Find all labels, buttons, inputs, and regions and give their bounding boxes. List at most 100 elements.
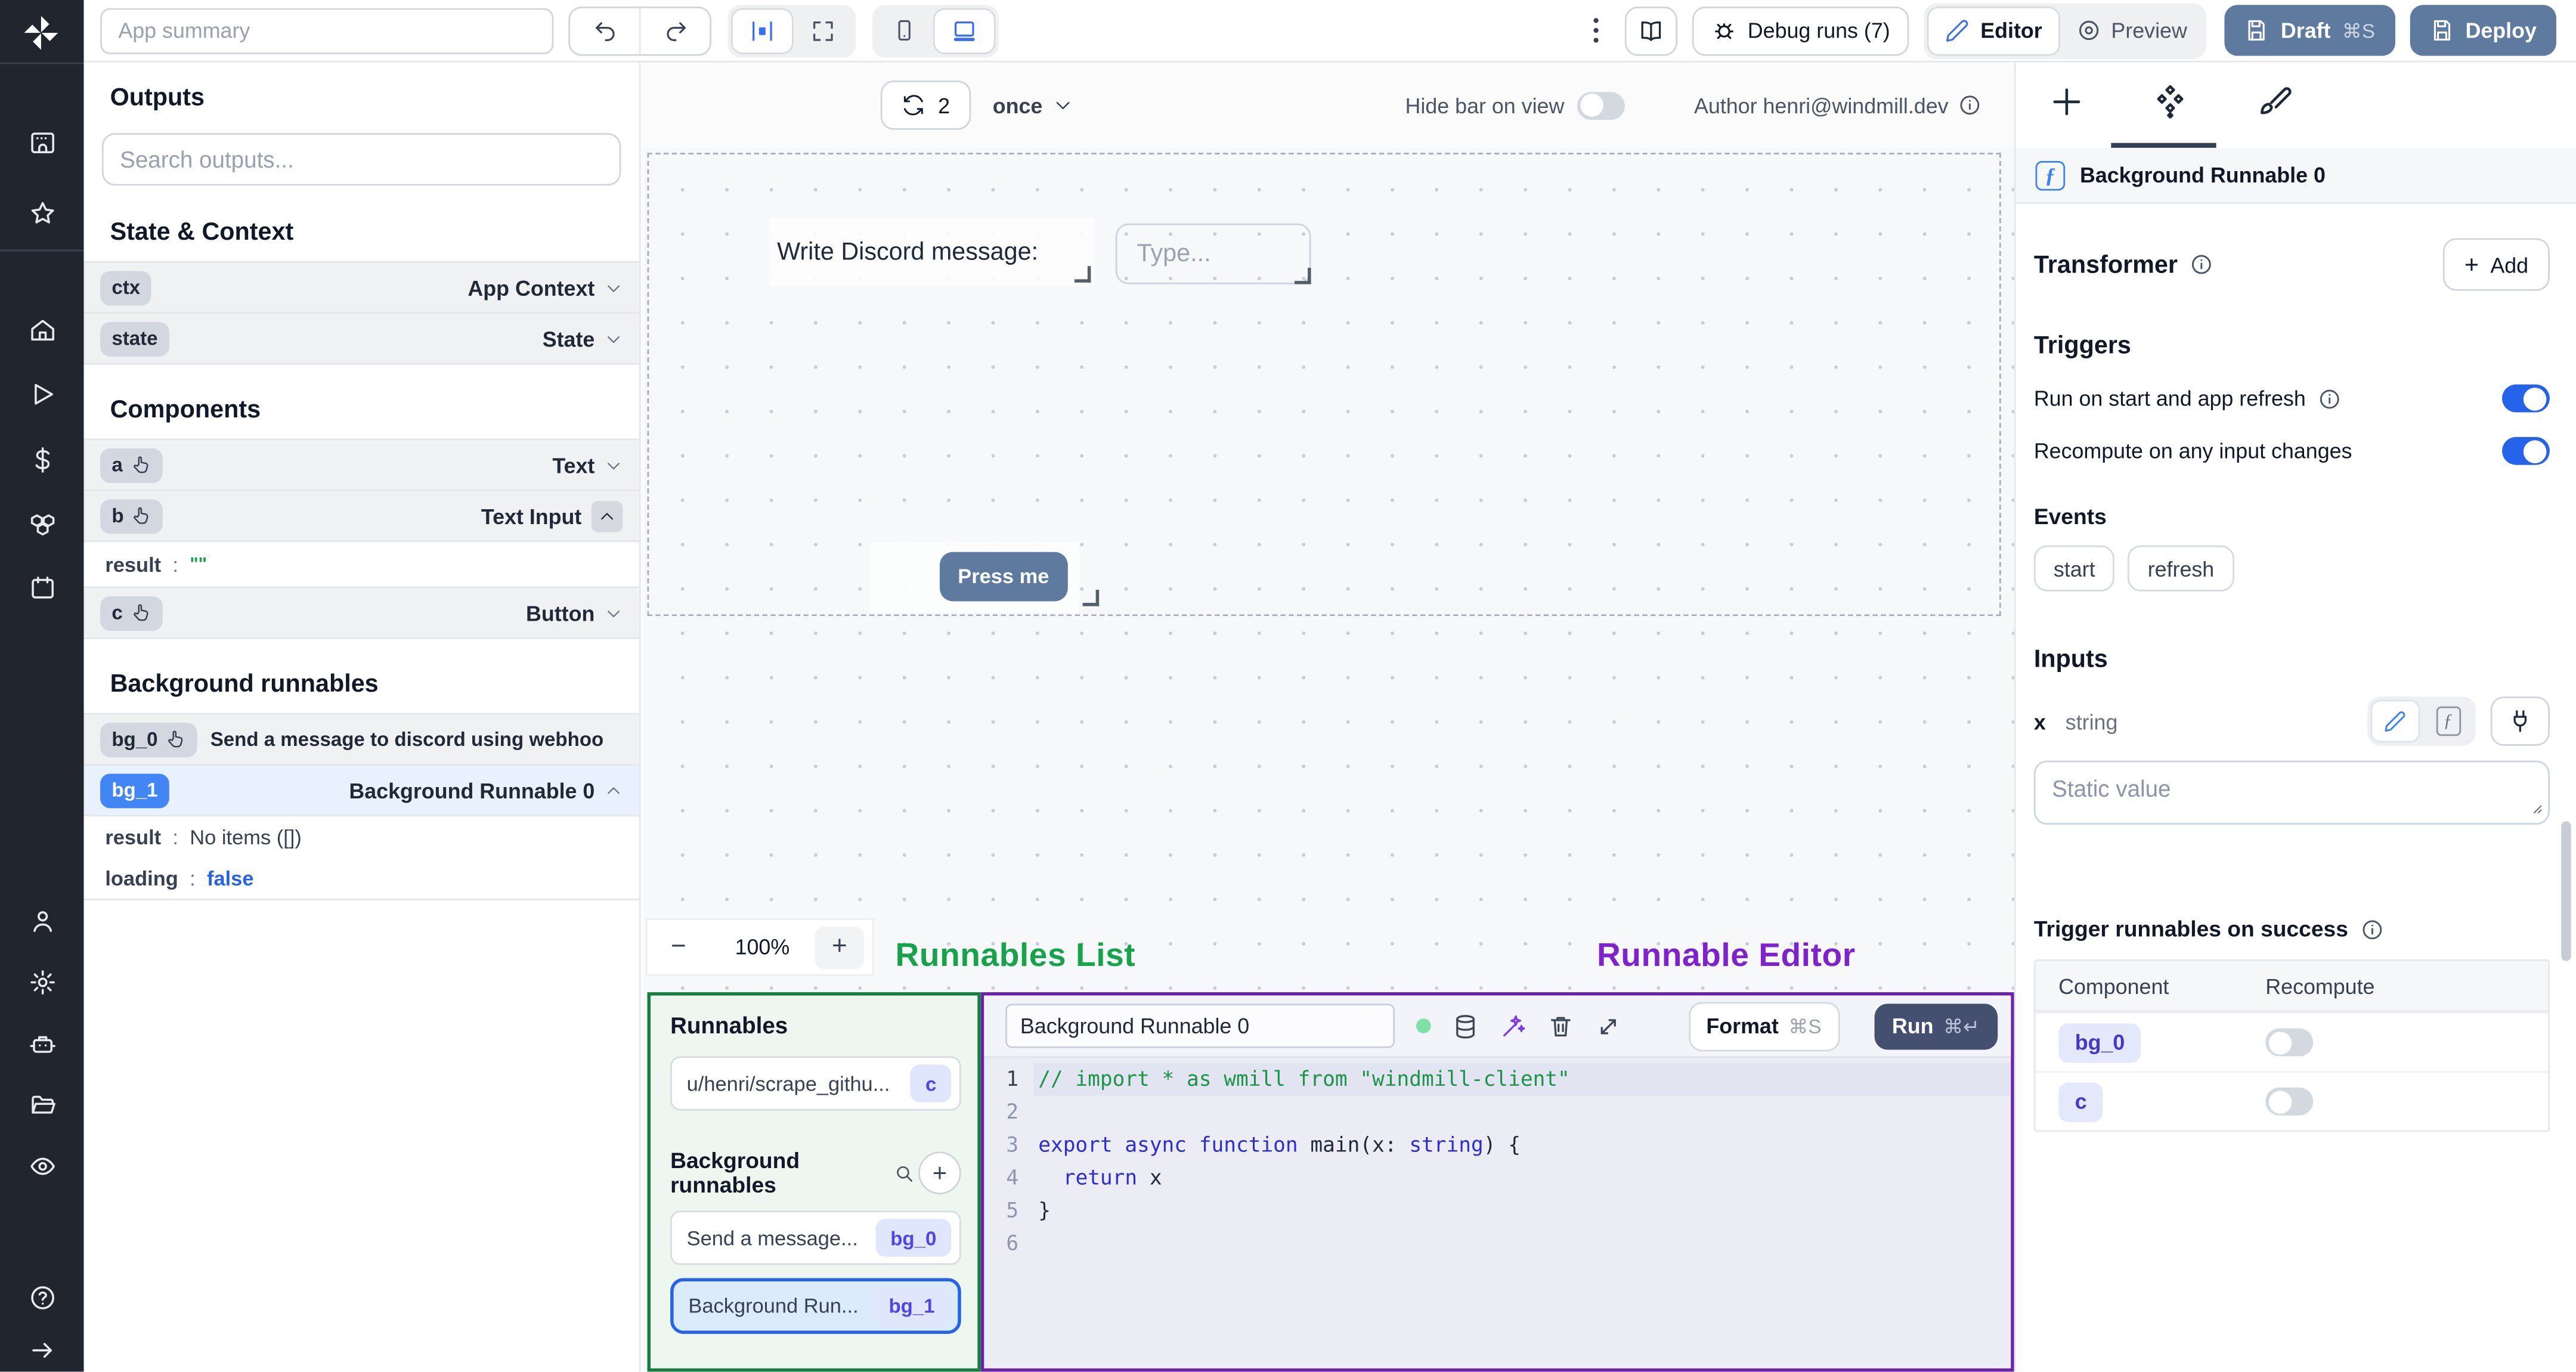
draft-button[interactable]: Draft ⌘S: [2225, 5, 2395, 56]
help-icon[interactable]: [28, 1284, 56, 1312]
mobile-view-button[interactable]: [875, 7, 933, 53]
resize-grip-icon[interactable]: [2527, 798, 2543, 815]
ai-wand-icon[interactable]: [1500, 1013, 1526, 1039]
add-background-runnable-button[interactable]: +: [918, 1151, 961, 1194]
events-heading: Events: [2033, 504, 2107, 529]
run-on-start-toggle[interactable]: [2502, 384, 2550, 413]
components-heading: Components: [110, 395, 261, 424]
output-row-a[interactable]: a Text: [83, 438, 639, 491]
event-chip-refresh[interactable]: refresh: [2128, 545, 2234, 591]
schedules-calendar-icon[interactable]: [28, 574, 56, 602]
more-menu-button[interactable]: [1583, 11, 1608, 49]
recompute-toggle[interactable]: [2502, 436, 2550, 465]
home-icon[interactable]: [28, 316, 56, 344]
audit-eye-icon[interactable]: [28, 1153, 56, 1181]
styling-brush-icon[interactable]: [2256, 84, 2292, 120]
redo-button[interactable]: [639, 7, 710, 54]
cache-database-icon[interactable]: [1453, 1013, 1479, 1039]
editor-code[interactable]: // import * as wmill from "windmill-clie…: [1033, 1063, 2011, 1368]
right-panel-body: Transformer + Add Triggers Run on start a…: [2016, 202, 2576, 1372]
output-row-bg1[interactable]: bg_1 Background Runnable 0: [83, 765, 639, 817]
component-badge[interactable]: bg_0: [2058, 1023, 2141, 1063]
input-name: x: [2033, 708, 2046, 734]
runnable-editor-annotation: Runnable Editor: [1596, 938, 1856, 974]
runnable-item-bg1-selected[interactable]: Background Run... bg_1: [670, 1278, 961, 1334]
text-component-a[interactable]: Write Discord message:: [769, 218, 1094, 286]
component-badge[interactable]: c: [2058, 1082, 2104, 1122]
expand-icon[interactable]: [1595, 1013, 1621, 1039]
deploy-button[interactable]: Deploy: [2409, 5, 2556, 56]
right-panel-tabs: [2015, 63, 2576, 150]
search-outputs-input[interactable]: [101, 133, 621, 186]
info-icon: [2191, 255, 2210, 274]
format-button[interactable]: Format ⌘S: [1688, 1001, 1840, 1051]
windmill-logo-icon[interactable]: [20, 11, 63, 54]
trigger-row-run-on-start: Run on start and app refresh: [2034, 384, 2550, 413]
fullscreen-layout-button[interactable]: [794, 7, 853, 53]
chevron-up-icon[interactable]: [591, 500, 623, 532]
resize-handle[interactable]: [1082, 590, 1100, 606]
tab-preview[interactable]: Preview: [2060, 6, 2203, 55]
output-row-ctx[interactable]: ctx App Context: [83, 261, 639, 314]
recompute-toggle-bg0[interactable]: [2265, 1028, 2314, 1057]
zoom-in-button[interactable]: +: [815, 925, 865, 969]
component-settings-icon[interactable]: [2152, 84, 2188, 120]
runnable-item-bg0[interactable]: Send a message... bg_0: [670, 1210, 961, 1265]
resize-handle[interactable]: [1074, 266, 1091, 283]
centered-layout-button[interactable]: [731, 7, 794, 54]
canvas-grid[interactable]: Write Discord message: Press me − 100% +…: [643, 147, 2014, 1372]
resize-handle[interactable]: [1295, 268, 1311, 284]
text-input-component-b[interactable]: [1115, 223, 1311, 284]
scrollbar-thumb[interactable]: [2561, 821, 2571, 961]
star-icon[interactable]: [28, 200, 56, 228]
runnable-name-input[interactable]: [1005, 1004, 1395, 1048]
add-transformer-button[interactable]: + Add: [2443, 238, 2550, 291]
table-row: c: [2035, 1071, 2549, 1130]
outputs-panel: Outputs State & Context ctx App Context …: [83, 62, 641, 1372]
windmill-app-editor: Debug runs (7) Editor Preview Draft⌘S De…: [0, 0, 2576, 1372]
refresh-icon: [903, 95, 923, 116]
insert-component-plus-icon[interactable]: [2049, 84, 2085, 120]
folders-icon[interactable]: [28, 1092, 56, 1120]
docs-book-button[interactable]: [1624, 5, 1677, 55]
hide-bar-toggle[interactable]: [1577, 91, 1626, 119]
recompute-toggle-c[interactable]: [2265, 1087, 2314, 1116]
output-row-c[interactable]: c Button: [83, 588, 639, 639]
workspace-icon[interactable]: [28, 129, 56, 157]
undo-button[interactable]: [570, 7, 639, 53]
static-value-input[interactable]: [2033, 760, 2550, 825]
static-mode-pencil-icon[interactable]: [2370, 699, 2420, 743]
app-summary-input[interactable]: [100, 7, 554, 54]
collapse-arrow-icon[interactable]: [28, 1336, 56, 1364]
hand-pointer-icon: [134, 507, 149, 524]
bg1-loading-row: loading: false: [83, 857, 639, 900]
runs-play-icon[interactable]: [28, 380, 56, 408]
bg1-badge: bg_1: [100, 773, 169, 808]
zoom-out-button[interactable]: −: [648, 933, 710, 962]
outputs-title: Outputs: [110, 83, 205, 112]
desktop-view-button[interactable]: [933, 7, 996, 54]
event-chip-start[interactable]: start: [2033, 545, 2115, 591]
tab-editor[interactable]: Editor: [1928, 5, 2061, 55]
run-button[interactable]: Run ⌘↵: [1874, 1002, 1998, 1049]
variables-dollar-icon[interactable]: [28, 446, 56, 474]
refresh-count-button[interactable]: 2: [880, 80, 971, 130]
eval-mode-function-icon[interactable]: ƒ: [2423, 700, 2473, 743]
connect-plug-icon[interactable]: [2490, 696, 2550, 746]
output-row-b[interactable]: b Text Input: [83, 491, 639, 543]
settings-gear-icon[interactable]: [28, 968, 56, 996]
trigger-row-recompute: Recompute on any input changes: [2034, 436, 2550, 465]
resources-cubes-icon[interactable]: [28, 510, 56, 538]
code-editor[interactable]: 123456 // import * as wmill from "windmi…: [984, 1058, 2011, 1368]
zoom-control: − 100% +: [647, 919, 872, 974]
runnable-item-script[interactable]: u/henri/scrape_githu... c: [670, 1056, 961, 1111]
output-row-state[interactable]: state State: [83, 314, 639, 365]
user-icon[interactable]: [28, 908, 56, 936]
frequency-dropdown[interactable]: once: [993, 93, 1072, 117]
delete-trash-icon[interactable]: [1547, 1013, 1574, 1039]
output-row-bg0[interactable]: bg_0 Send a message to discord using web…: [83, 713, 639, 766]
debug-runs-button[interactable]: Debug runs (7): [1692, 5, 1910, 55]
press-me-button[interactable]: Press me: [939, 552, 1067, 602]
hand-pointer-icon: [168, 730, 183, 748]
workers-robot-icon[interactable]: [28, 1031, 56, 1059]
